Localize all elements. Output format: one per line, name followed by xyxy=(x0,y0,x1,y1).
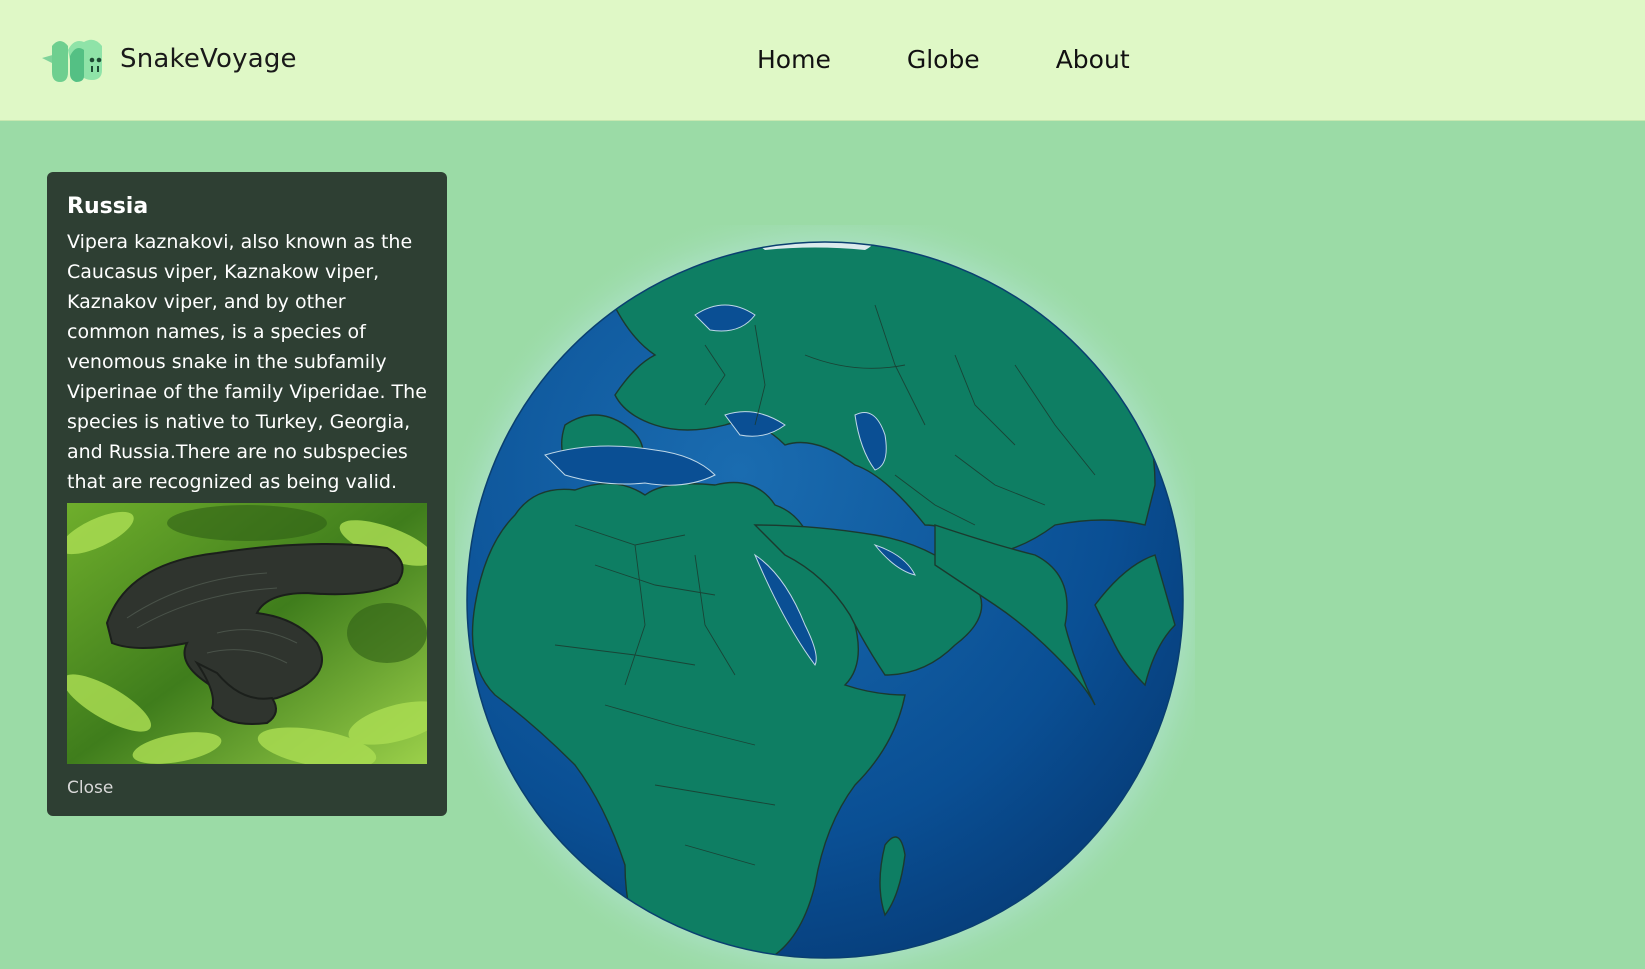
nav-home[interactable]: Home xyxy=(757,45,831,74)
country-info-panel: Russia Vipera kaznakovi, also known as t… xyxy=(47,172,447,816)
globe-view[interactable] xyxy=(425,200,1225,969)
snake-photo xyxy=(67,503,427,764)
nav-about[interactable]: About xyxy=(1056,45,1130,74)
main-nav: Home Globe About xyxy=(757,45,1130,74)
top-header: SnakeVoyage Home Globe About xyxy=(0,0,1645,121)
country-title: Russia xyxy=(67,194,149,219)
globe-canvas[interactable] xyxy=(425,200,1225,969)
brand[interactable]: SnakeVoyage xyxy=(40,36,297,82)
snake-description: Vipera kaznakovi, also known as the Cauc… xyxy=(67,231,427,493)
snake-logo-icon xyxy=(42,39,102,82)
close-button[interactable]: Close xyxy=(67,778,113,798)
brand-name: SnakeVoyage xyxy=(120,44,297,74)
nav-globe[interactable]: Globe xyxy=(907,45,980,74)
